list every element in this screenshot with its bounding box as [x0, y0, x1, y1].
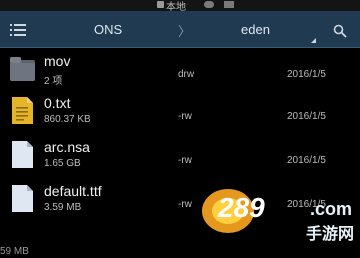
- file-row-0-txt[interactable]: 0.txt 860.37 KB -rw 2016/1/5: [0, 90, 360, 132]
- footer-size: 59 MB: [0, 246, 29, 257]
- file-name: arc.nsa: [44, 139, 90, 155]
- file-row-arc-nsa[interactable]: arc.nsa 1.65 GB -rw 2016/1/5: [0, 134, 360, 176]
- dropdown-icon[interactable]: [311, 38, 316, 43]
- window-icon: [224, 1, 234, 8]
- menu-icon[interactable]: [10, 24, 26, 36]
- file-name: mov: [44, 53, 71, 69]
- file-permission: -rw: [178, 111, 192, 122]
- file-detail: 1.65 GB: [44, 158, 81, 169]
- search-icon[interactable]: [333, 24, 347, 38]
- file-detail: 2 项: [44, 76, 63, 87]
- file-permission: -rw: [178, 155, 192, 166]
- status-strip: 本地: [0, 0, 360, 13]
- svg-text:.com: .com: [310, 199, 352, 219]
- file-permission: -rw: [178, 199, 192, 210]
- file-permission: drw: [178, 69, 195, 80]
- file-date: 2016/1/5: [287, 155, 326, 166]
- breadcrumb-eden[interactable]: eden: [241, 22, 270, 37]
- file-name: default.ttf: [44, 183, 102, 199]
- generic-file-icon: [12, 141, 33, 168]
- file-name: 0.txt: [44, 95, 71, 111]
- watermark-graphic: 289 .com 手游网: [202, 189, 354, 243]
- generic-file-icon: [12, 185, 33, 212]
- svg-text:289: 289: [217, 192, 265, 223]
- breadcrumb-ons[interactable]: ONS: [94, 22, 122, 37]
- watermark-logo: 289 .com 手游网: [198, 177, 360, 249]
- text-file-icon: [12, 97, 33, 124]
- svg-text:手游网: 手游网: [306, 224, 354, 243]
- file-date: 2016/1/5: [287, 69, 326, 80]
- cloud-icon: [204, 1, 214, 8]
- file-row-mov[interactable]: mov 2 项 drw 2016/1/5: [0, 48, 360, 90]
- toolbar: ONS 〉 eden: [0, 11, 360, 48]
- file-date: 2016/1/5: [287, 111, 326, 122]
- file-detail: 3.59 MB: [44, 202, 82, 213]
- folder-icon: [10, 57, 35, 81]
- chevron-right-icon: 〉: [178, 24, 192, 39]
- storage-icon: [157, 1, 164, 8]
- file-detail: 860.37 KB: [44, 114, 91, 125]
